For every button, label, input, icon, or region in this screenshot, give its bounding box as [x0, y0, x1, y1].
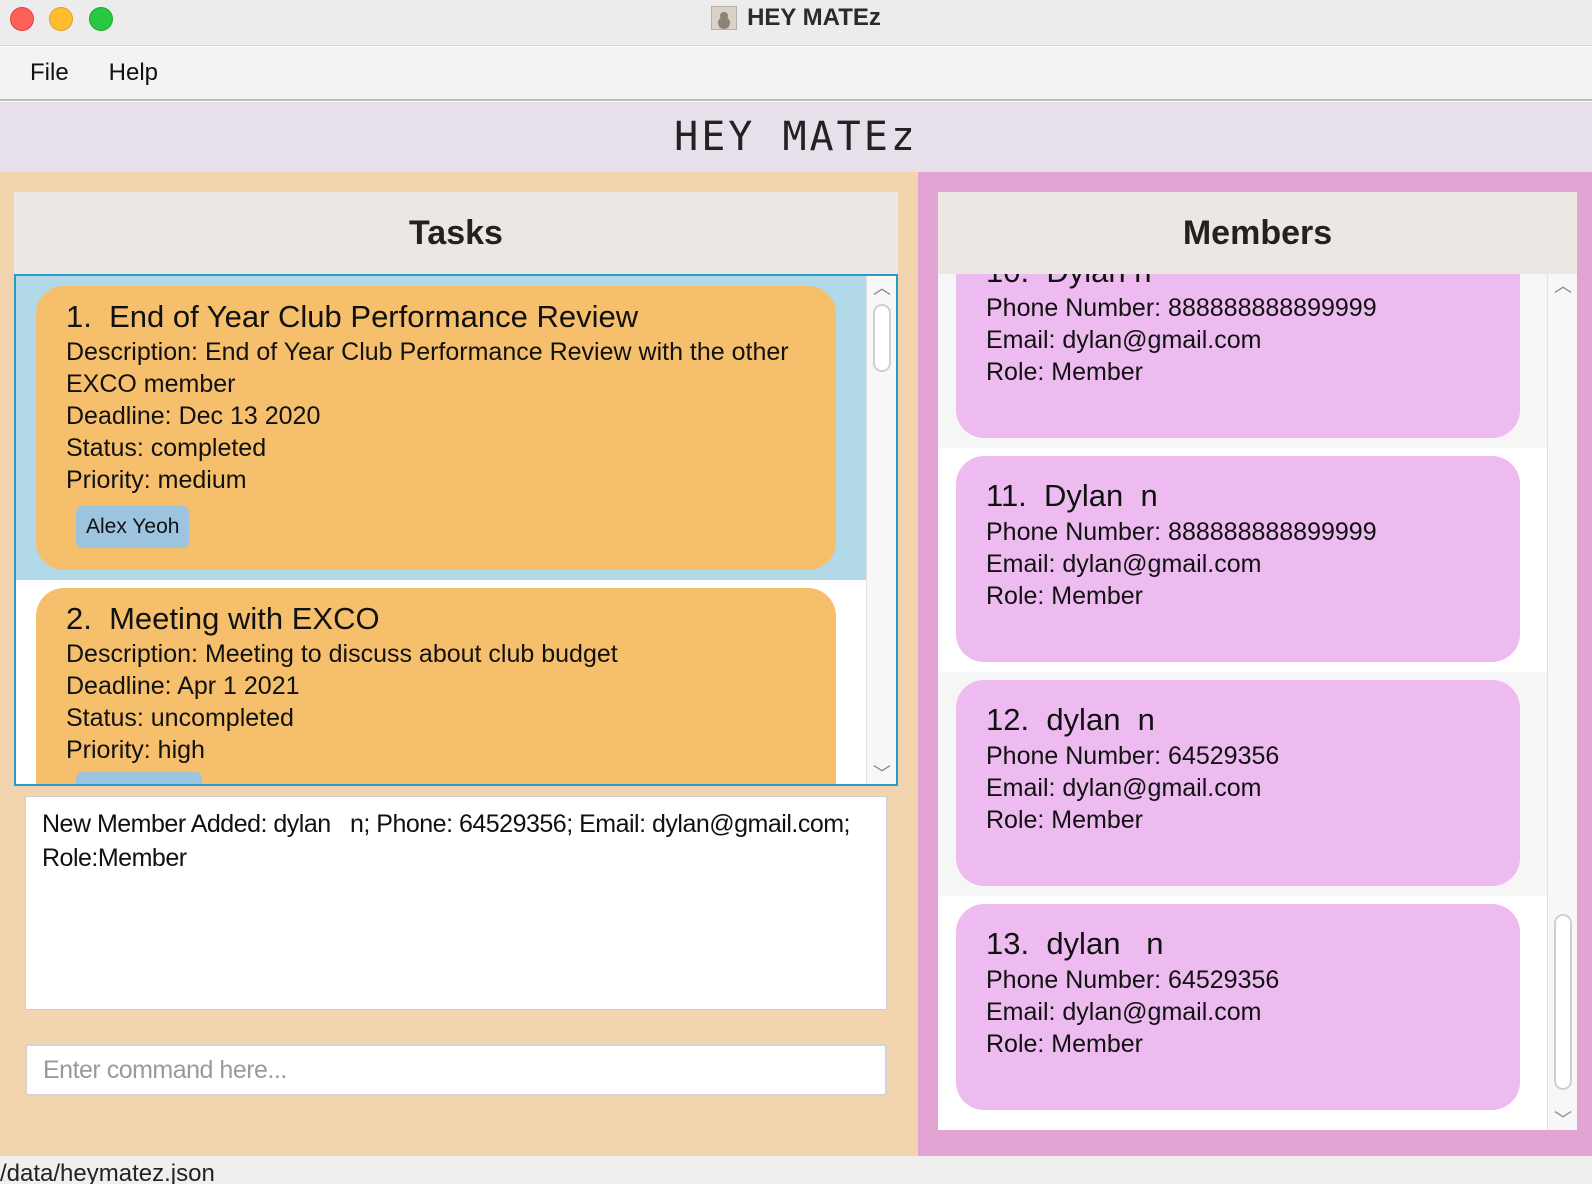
window-title-bar: HEY MATEz — [0, 0, 1592, 46]
save-file-path: /data/heymatez.json — [0, 1160, 215, 1184]
task-index: 1. — [66, 299, 92, 334]
assignee-tag-partial — [76, 772, 202, 784]
scroll-down-icon[interactable]: ﹀ — [867, 762, 896, 784]
member-name: 12. dylan n — [986, 702, 1155, 737]
menu-bar: File Help — [0, 47, 1592, 101]
task-list-cell-1[interactable]: 1. End of Year Club Performance Review D… — [16, 276, 868, 580]
tasks-heading: Tasks — [14, 192, 898, 274]
members-heading: Members — [938, 192, 1577, 274]
task-name: Meeting with EXCO — [109, 601, 380, 636]
member-list-cell-10[interactable]: 10. Dylan n Phone Number: 88888888889999… — [938, 274, 1547, 448]
task-title-2: 2. Meeting with EXCO — [66, 600, 806, 638]
task-list-cell-2[interactable]: 2. Meeting with EXCO Description: Meetin… — [16, 580, 868, 784]
member-phone: Phone Number: 888888888899999 — [986, 518, 1377, 546]
member-email: Email: dylan@gmail.com — [986, 326, 1262, 354]
member-role: Role: Member — [986, 806, 1143, 834]
task-status: Status: completed — [66, 434, 267, 462]
tasks-panel: Tasks 1. End of Year Club Performance Re… — [0, 172, 918, 1156]
member-role: Role: Member — [986, 358, 1143, 386]
result-line-2: Role:Member — [42, 844, 187, 872]
assignee-tag: Alex Yeoh — [76, 506, 190, 548]
member-role: Role: Member — [986, 1030, 1143, 1058]
member-email: Email: dylan@gmail.com — [986, 774, 1262, 802]
member-phone: Phone Number: 64529356 — [986, 966, 1280, 994]
task-card-1[interactable]: 1. End of Year Club Performance Review D… — [36, 286, 836, 570]
member-list[interactable]: 10. Dylan n Phone Number: 88888888889999… — [938, 274, 1577, 1130]
task-description: Description: End of Year Club Performanc… — [66, 338, 789, 366]
member-email: Email: dylan@gmail.com — [986, 550, 1262, 578]
member-name: 13. dylan n — [986, 926, 1164, 961]
member-phone: Phone Number: 888888888899999 — [986, 294, 1377, 322]
member-list-cell-13[interactable]: 13. dylan n Phone Number: 64529356 Email… — [938, 896, 1547, 1120]
member-scroll-thumb[interactable] — [1554, 914, 1572, 1090]
member-email: Email: dylan@gmail.com — [986, 998, 1262, 1026]
member-list-cell-12[interactable]: 12. dylan n Phone Number: 64529356 Email… — [938, 672, 1547, 896]
app-header: HEY MATEz — [0, 102, 1592, 172]
member-card-11[interactable]: 11. Dylan n Phone Number: 88888888889999… — [956, 456, 1520, 662]
task-index: 2. — [66, 601, 92, 636]
task-deadline: Deadline: Apr 1 2021 — [66, 672, 300, 700]
member-card-12[interactable]: 12. dylan n Phone Number: 64529356 Email… — [956, 680, 1520, 886]
member-name: 10. Dylan n — [986, 274, 1490, 292]
member-role: Role: Member — [986, 582, 1143, 610]
member-card-10[interactable]: 10. Dylan n Phone Number: 88888888889999… — [956, 274, 1520, 438]
members-panel: Members 10. Dylan n Phone Number: 888888… — [918, 172, 1592, 1156]
scroll-up-icon[interactable]: ︿ — [1548, 274, 1577, 296]
member-phone: Phone Number: 64529356 — [986, 742, 1280, 770]
task-priority: Priority: medium — [66, 466, 247, 494]
task-priority: Priority: high — [66, 736, 205, 764]
task-description: Description: Meeting to discuss about cl… — [66, 640, 618, 668]
member-list-cell-11[interactable]: 11. Dylan n Phone Number: 88888888889999… — [938, 448, 1547, 672]
menu-file[interactable]: File — [30, 59, 69, 87]
scroll-up-icon[interactable]: ︿ — [867, 276, 896, 298]
window-title: HEY MATEz — [0, 0, 1592, 36]
task-list-scrollbar[interactable]: ︿ ﹀ — [866, 276, 896, 784]
menu-help[interactable]: Help — [109, 59, 158, 87]
task-card-2[interactable]: 2. Meeting with EXCO Description: Meetin… — [36, 588, 836, 784]
task-title-1: 1. End of Year Club Performance Review — [66, 298, 806, 336]
task-description-cont: EXCO member — [66, 370, 236, 398]
member-card-13[interactable]: 13. dylan n Phone Number: 64529356 Email… — [956, 904, 1520, 1110]
task-list[interactable]: 1. End of Year Club Performance Review D… — [14, 274, 898, 786]
member-list-scrollbar[interactable]: ︿ ﹀ — [1547, 274, 1577, 1130]
task-name: End of Year Club Performance Review — [109, 299, 639, 334]
result-line-1: New Member Added: dylan n; Phone: 645293… — [42, 810, 851, 838]
command-input[interactable] — [25, 1044, 887, 1096]
scroll-down-icon[interactable]: ﹀ — [1548, 1108, 1577, 1130]
task-deadline: Deadline: Dec 13 2020 — [66, 402, 321, 430]
status-bar: /data/heymatez.json — [0, 1156, 1592, 1184]
task-scroll-thumb[interactable] — [873, 304, 891, 372]
member-name: 11. Dylan n — [986, 478, 1158, 513]
app-icon — [711, 6, 738, 30]
result-display: New Member Added: dylan n; Phone: 645293… — [25, 796, 887, 1010]
window-title-text: HEY MATEz — [747, 4, 881, 31]
task-status: Status: uncompleted — [66, 704, 294, 732]
